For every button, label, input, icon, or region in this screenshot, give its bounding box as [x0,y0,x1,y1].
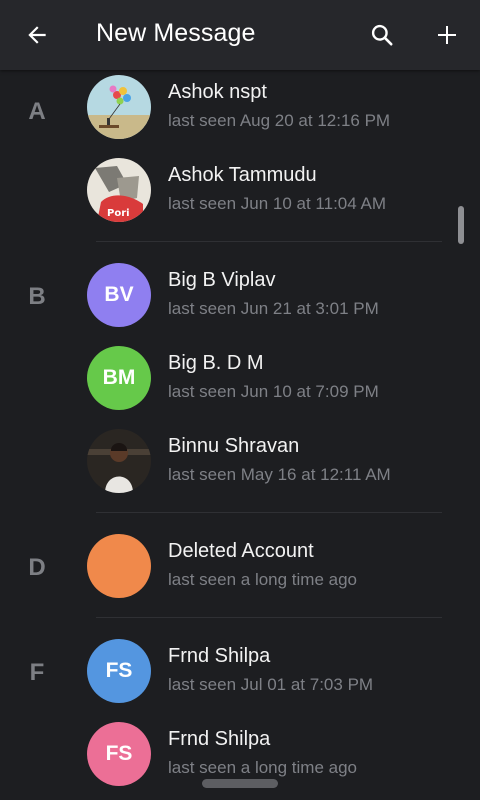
contact-row[interactable]: Deleted Account last seen a long time ag… [0,534,480,618]
contact-name: Deleted Account [168,540,314,562]
avatar-initials: BM [102,366,136,389]
contact-status: last seen Jun 10 at 7:09 PM [168,382,379,401]
back-button[interactable] [13,11,61,59]
contact-name: Frnd Shilpa [168,645,271,667]
contact-status: last seen a long time ago [168,758,358,777]
section-divider [96,241,442,242]
app-toolbar: New Message [0,0,480,70]
contact-row[interactable]: FS Frnd Shilpa last seen a long time ago [0,722,480,800]
contact-status: last seen Jun 10 at 11:04 AM [168,194,386,213]
contact-name: Frnd Shilpa [168,728,271,750]
avatar: Pori [87,158,151,222]
contact-name: Binnu Shravan [168,435,300,457]
contact-name: Big B. D M [168,352,264,374]
search-button[interactable] [358,11,406,59]
contact-status: last seen Aug 20 at 12:16 PM [168,111,391,130]
contact-row[interactable]: BM Big B. D M last seen Jun 10 at 7:09 P… [0,346,480,430]
plus-icon [438,26,456,44]
contact-name: Big B Viplav [168,269,276,291]
contact-status: last seen May 16 at 12:11 AM [168,465,391,484]
arrow-left-icon [28,26,46,44]
avatar-initials: FS [105,742,133,765]
avatar-initials: BV [104,283,134,306]
search-icon [371,24,393,46]
contact-list[interactable]: A Ashok nspt last seen Aug 20 at 12:16 P… [0,70,480,800]
contact-row[interactable]: FS Frnd Shilpa last seen Jul 01 at 7:03 … [0,639,480,723]
add-contact-button[interactable] [423,11,471,59]
contact-row[interactable]: Binnu Shravan last seen May 16 at 12:11 … [0,429,480,513]
contact-row[interactable]: Pori Ashok Tammudu last seen Jun 10 at 1… [0,158,480,242]
avatar-photo-person [87,429,151,493]
page-title: New Message [96,19,256,47]
avatar [87,75,151,139]
contact-status: last seen a long time ago [168,570,358,589]
avatar-photo-balloons [87,75,151,139]
avatar: BM [87,346,151,410]
avatar: FS [87,722,151,786]
avatar [87,429,151,493]
contact-row[interactable]: Ashok nspt last seen Aug 20 at 12:16 PM [0,75,480,159]
section-divider [96,617,442,618]
avatar-initials: FS [105,659,133,682]
avatar [87,534,151,598]
avatar-photo-poster: Pori [87,158,151,222]
avatar: BV [87,263,151,327]
home-indicator[interactable] [202,779,278,788]
contact-status: last seen Jul 01 at 7:03 PM [168,675,374,694]
section-divider [96,512,442,513]
contact-name: Ashok Tammudu [168,164,317,186]
avatar: FS [87,639,151,703]
svg-text:Pori: Pori [107,208,130,219]
contact-status: last seen Jun 21 at 3:01 PM [168,299,379,318]
contact-name: Ashok nspt [168,81,267,103]
scrollbar-thumb[interactable] [458,206,464,244]
contact-row[interactable]: BV Big B Viplav last seen Jun 21 at 3:01… [0,263,480,347]
